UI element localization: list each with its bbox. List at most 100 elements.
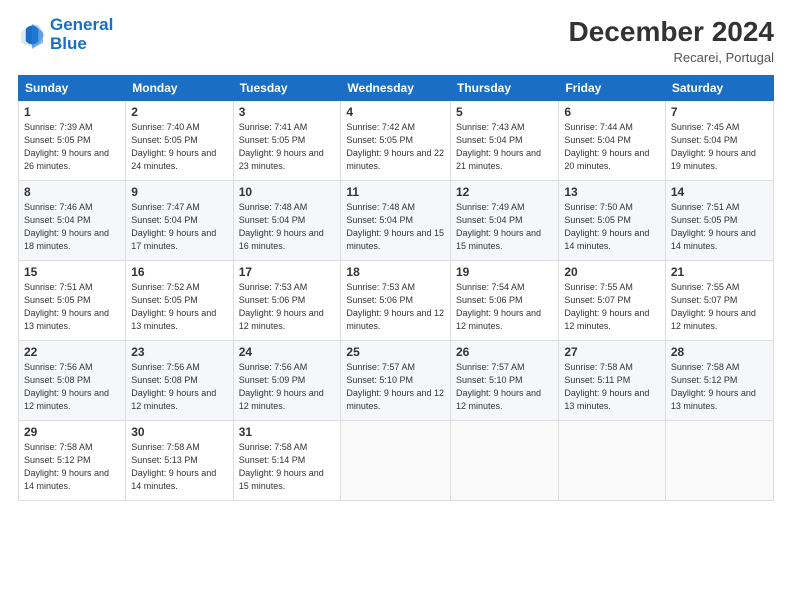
table-row: 31Sunrise: 7:58 AMSunset: 5:14 PMDayligh… xyxy=(233,421,341,501)
table-row: 2 Sunrise: 7:40 AMSunset: 5:05 PMDaylight… xyxy=(126,101,233,181)
day-number: 29 xyxy=(24,425,120,439)
day-info: Sunrise: 7:58 AMSunset: 5:12 PMDaylight:… xyxy=(671,361,768,413)
table-row: 26 Sunrise: 7:57 AMSunset: 5:10 PMDayligh… xyxy=(451,341,559,421)
table-row: 9 Sunrise: 7:47 AMSunset: 5:04 PMDaylight… xyxy=(126,181,233,261)
col-wednesday: Wednesday xyxy=(341,76,451,101)
table-row: 10 Sunrise: 7:48 AMSunset: 5:04 PMDayligh… xyxy=(233,181,341,261)
day-info: Sunrise: 7:43 AMSunset: 5:04 PMDaylight:… xyxy=(456,121,553,173)
col-sunday: Sunday xyxy=(19,76,126,101)
day-number: 9 xyxy=(131,185,227,199)
day-number: 14 xyxy=(671,185,768,199)
day-number: 18 xyxy=(346,265,445,279)
logo-text: General Blue xyxy=(50,16,113,53)
col-tuesday: Tuesday xyxy=(233,76,341,101)
day-info: Sunrise: 7:53 AMSunset: 5:06 PMDaylight:… xyxy=(346,281,445,333)
table-row: 8 Sunrise: 7:46 AMSunset: 5:04 PMDaylight… xyxy=(19,181,126,261)
logo: General Blue xyxy=(18,16,113,53)
day-number: 2 xyxy=(131,105,227,119)
day-info: Sunrise: 7:52 AMSunset: 5:05 PMDaylight:… xyxy=(131,281,227,333)
day-info: Sunrise: 7:51 AMSunset: 5:05 PMDaylight:… xyxy=(671,201,768,253)
day-info: Sunrise: 7:57 AMSunset: 5:10 PMDaylight:… xyxy=(346,361,445,413)
day-info: Sunrise: 7:56 AMSunset: 5:08 PMDaylight:… xyxy=(131,361,227,413)
calendar-body: 1 Sunrise: 7:39 AMSunset: 5:05 PMDaylight… xyxy=(19,101,774,501)
table-row: 24Sunrise: 7:56 AMSunset: 5:09 PMDayligh… xyxy=(233,341,341,421)
table-row xyxy=(559,421,666,501)
day-info: Sunrise: 7:58 AMSunset: 5:14 PMDaylight:… xyxy=(239,441,336,493)
month-title: December 2024 xyxy=(569,16,774,48)
day-info: Sunrise: 7:40 AMSunset: 5:05 PMDaylight:… xyxy=(131,121,227,173)
day-number: 10 xyxy=(239,185,336,199)
table-row: 18 Sunrise: 7:53 AMSunset: 5:06 PMDayligh… xyxy=(341,261,451,341)
table-row: 7 Sunrise: 7:45 AMSunset: 5:04 PMDaylight… xyxy=(665,101,773,181)
table-row: 20Sunrise: 7:55 AMSunset: 5:07 PMDayligh… xyxy=(559,261,666,341)
day-info: Sunrise: 7:48 AMSunset: 5:04 PMDaylight:… xyxy=(239,201,336,253)
table-row: 29Sunrise: 7:58 AMSunset: 5:12 PMDayligh… xyxy=(19,421,126,501)
day-number: 26 xyxy=(456,345,553,359)
day-info: Sunrise: 7:57 AMSunset: 5:10 PMDaylight:… xyxy=(456,361,553,413)
table-row: 17Sunrise: 7:53 AMSunset: 5:06 PMDayligh… xyxy=(233,261,341,341)
day-number: 20 xyxy=(564,265,660,279)
location: Recarei, Portugal xyxy=(569,50,774,65)
day-number: 5 xyxy=(456,105,553,119)
day-info: Sunrise: 7:55 AMSunset: 5:07 PMDaylight:… xyxy=(671,281,768,333)
day-number: 30 xyxy=(131,425,227,439)
table-row: 12Sunrise: 7:49 AMSunset: 5:04 PMDayligh… xyxy=(451,181,559,261)
day-info: Sunrise: 7:56 AMSunset: 5:08 PMDaylight:… xyxy=(24,361,120,413)
day-number: 28 xyxy=(671,345,768,359)
logo-line2: Blue xyxy=(50,34,87,53)
day-info: Sunrise: 7:51 AMSunset: 5:05 PMDaylight:… xyxy=(24,281,120,333)
calendar-row: 8 Sunrise: 7:46 AMSunset: 5:04 PMDaylight… xyxy=(19,181,774,261)
day-info: Sunrise: 7:39 AMSunset: 5:05 PMDaylight:… xyxy=(24,121,120,173)
day-info: Sunrise: 7:58 AMSunset: 5:11 PMDaylight:… xyxy=(564,361,660,413)
table-row: 11Sunrise: 7:48 AMSunset: 5:04 PMDayligh… xyxy=(341,181,451,261)
day-number: 7 xyxy=(671,105,768,119)
day-info: Sunrise: 7:42 AMSunset: 5:05 PMDaylight:… xyxy=(346,121,445,173)
table-row xyxy=(451,421,559,501)
table-row: 15Sunrise: 7:51 AMSunset: 5:05 PMDayligh… xyxy=(19,261,126,341)
day-number: 24 xyxy=(239,345,336,359)
day-info: Sunrise: 7:45 AMSunset: 5:04 PMDaylight:… xyxy=(671,121,768,173)
table-row xyxy=(341,421,451,501)
table-row: 14 Sunrise: 7:51 AMSunset: 5:05 PMDayligh… xyxy=(665,181,773,261)
table-row: 21 Sunrise: 7:55 AMSunset: 5:07 PMDayligh… xyxy=(665,261,773,341)
table-row: 30Sunrise: 7:58 AMSunset: 5:13 PMDayligh… xyxy=(126,421,233,501)
day-number: 27 xyxy=(564,345,660,359)
day-number: 12 xyxy=(456,185,553,199)
day-number: 16 xyxy=(131,265,227,279)
day-number: 19 xyxy=(456,265,553,279)
day-number: 23 xyxy=(131,345,227,359)
day-info: Sunrise: 7:41 AMSunset: 5:05 PMDaylight:… xyxy=(239,121,336,173)
logo-line1: General xyxy=(50,15,113,34)
day-info: Sunrise: 7:50 AMSunset: 5:05 PMDaylight:… xyxy=(564,201,660,253)
day-number: 3 xyxy=(239,105,336,119)
table-row xyxy=(665,421,773,501)
day-number: 22 xyxy=(24,345,120,359)
day-info: Sunrise: 7:46 AMSunset: 5:04 PMDaylight:… xyxy=(24,201,120,253)
title-block: December 2024 Recarei, Portugal xyxy=(569,16,774,65)
table-row: 1 Sunrise: 7:39 AMSunset: 5:05 PMDaylight… xyxy=(19,101,126,181)
calendar-row: 15Sunrise: 7:51 AMSunset: 5:05 PMDayligh… xyxy=(19,261,774,341)
table-row: 22 Sunrise: 7:56 AMSunset: 5:08 PMDayligh… xyxy=(19,341,126,421)
day-info: Sunrise: 7:47 AMSunset: 5:04 PMDaylight:… xyxy=(131,201,227,253)
table-row: 27 Sunrise: 7:58 AMSunset: 5:11 PMDayligh… xyxy=(559,341,666,421)
logo-icon xyxy=(18,21,46,49)
table-row: 23 Sunrise: 7:56 AMSunset: 5:08 PMDayligh… xyxy=(126,341,233,421)
calendar-header-row: Sunday Monday Tuesday Wednesday Thursday… xyxy=(19,76,774,101)
day-number: 1 xyxy=(24,105,120,119)
day-number: 25 xyxy=(346,345,445,359)
table-row: 25 Sunrise: 7:57 AMSunset: 5:10 PMDayligh… xyxy=(341,341,451,421)
table-row: 28 Sunrise: 7:58 AMSunset: 5:12 PMDayligh… xyxy=(665,341,773,421)
col-friday: Friday xyxy=(559,76,666,101)
day-number: 8 xyxy=(24,185,120,199)
day-info: Sunrise: 7:54 AMSunset: 5:06 PMDaylight:… xyxy=(456,281,553,333)
table-row: 19 Sunrise: 7:54 AMSunset: 5:06 PMDayligh… xyxy=(451,261,559,341)
calendar-table: Sunday Monday Tuesday Wednesday Thursday… xyxy=(18,75,774,501)
table-row: 6Sunrise: 7:44 AMSunset: 5:04 PMDaylight… xyxy=(559,101,666,181)
day-number: 21 xyxy=(671,265,768,279)
table-row: 4Sunrise: 7:42 AMSunset: 5:05 PMDaylight… xyxy=(341,101,451,181)
table-row: 16 Sunrise: 7:52 AMSunset: 5:05 PMDayligh… xyxy=(126,261,233,341)
calendar-row: 22 Sunrise: 7:56 AMSunset: 5:08 PMDayligh… xyxy=(19,341,774,421)
col-thursday: Thursday xyxy=(451,76,559,101)
day-info: Sunrise: 7:53 AMSunset: 5:06 PMDaylight:… xyxy=(239,281,336,333)
col-monday: Monday xyxy=(126,76,233,101)
